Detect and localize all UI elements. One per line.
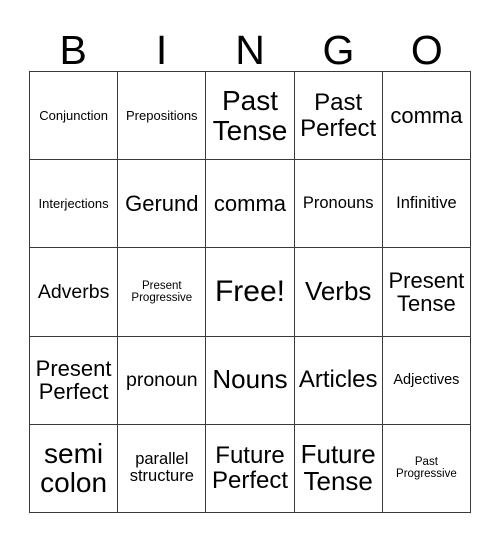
bingo-header-letter-n: N bbox=[235, 27, 265, 73]
bingo-cell-label: Past Tense bbox=[212, 84, 288, 146]
bingo-cell-label: Articles bbox=[298, 366, 378, 394]
bingo-header: BINGO bbox=[29, 18, 471, 71]
bingo-cell-label: comma bbox=[213, 191, 287, 217]
bingo-cell-r3c2[interactable]: Present Progressive bbox=[118, 248, 207, 337]
bingo-header-letter-i: I bbox=[155, 27, 168, 73]
bingo-cell-r5c1[interactable]: semi colon bbox=[30, 424, 119, 513]
bingo-cell-r1c1[interactable]: Conjunction bbox=[30, 72, 119, 161]
bingo-cell-label: Past Progressive bbox=[396, 456, 457, 481]
bingo-cell-r1c5[interactable]: comma bbox=[382, 72, 471, 161]
bingo-cell-r4c3[interactable]: Nouns bbox=[206, 336, 295, 425]
bingo-cell-r4c1[interactable]: Present Perfect bbox=[30, 336, 119, 425]
bingo-cell-r2c4[interactable]: Pronouns bbox=[294, 160, 383, 249]
bingo-cell-r5c3[interactable]: Future Perfect bbox=[206, 424, 295, 513]
bingo-cell-r5c2[interactable]: parallel structure bbox=[118, 424, 207, 513]
bingo-cell-r5c4[interactable]: Future Tense bbox=[294, 424, 383, 513]
bingo-cell-label: Infinitive bbox=[396, 194, 457, 213]
bingo-header-letter-o: O bbox=[410, 27, 443, 73]
bingo-cell-r5c5[interactable]: Past Progressive bbox=[382, 424, 471, 513]
bingo-cell-label: comma bbox=[390, 102, 463, 128]
bingo-cell-label: Adverbs bbox=[37, 280, 110, 303]
bingo-cell-label: Free! bbox=[214, 275, 285, 309]
bingo-cell-r4c2[interactable]: pronoun bbox=[118, 336, 207, 425]
bingo-cell-label: Present Tense bbox=[388, 267, 465, 316]
bingo-cell-label: Future Perfect bbox=[211, 441, 288, 495]
bingo-cell-label: Nouns bbox=[212, 364, 288, 395]
bingo-cell-r2c2[interactable]: Gerund bbox=[118, 160, 207, 249]
bingo-cell-r1c2[interactable]: Prepositions bbox=[118, 72, 207, 161]
bingo-cell-r4c5[interactable]: Adjectives bbox=[382, 336, 471, 425]
bingo-cell-r3c4[interactable]: Verbs bbox=[294, 248, 383, 337]
bingo-cell-label: pronoun bbox=[126, 368, 198, 391]
bingo-cell-label: Future Tense bbox=[300, 438, 376, 497]
bingo-cell-r1c3[interactable]: Past Tense bbox=[206, 72, 295, 161]
bingo-cell-r2c3[interactable]: comma bbox=[206, 160, 295, 249]
bingo-cell-label: Pronouns bbox=[302, 194, 374, 213]
bingo-cell-label: Interjections bbox=[38, 195, 109, 211]
bingo-cell-label: parallel structure bbox=[129, 449, 194, 486]
bingo-cell-r2c5[interactable]: Infinitive bbox=[382, 160, 471, 249]
bingo-cell-label: Conjunction bbox=[39, 107, 108, 123]
bingo-cell-r2c1[interactable]: Interjections bbox=[30, 160, 119, 249]
bingo-cell-r3c1[interactable]: Adverbs bbox=[30, 248, 119, 337]
bingo-header-letter-g: G bbox=[322, 27, 355, 73]
bingo-cell-label: semi colon bbox=[40, 437, 108, 499]
bingo-cell-label: Verbs bbox=[304, 276, 372, 307]
bingo-card: BINGO Conjunction Prepositions Past Tense P… bbox=[0, 0, 500, 544]
bingo-grid: Conjunction Prepositions Past Tense Past Pe… bbox=[29, 71, 471, 513]
bingo-cell-label: Present Perfect bbox=[35, 355, 112, 405]
bingo-cell-r1c4[interactable]: Past Perfect bbox=[294, 72, 383, 161]
bingo-cell-r3c5[interactable]: Present Tense bbox=[382, 248, 471, 337]
bingo-cell-label: Present Progressive bbox=[131, 279, 193, 304]
bingo-cell-r3c3[interactable]: Free! bbox=[206, 248, 295, 337]
bingo-cell-label: Past Perfect bbox=[300, 89, 377, 142]
bingo-cell-label: Prepositions bbox=[126, 107, 198, 123]
bingo-cell-label: Adjectives bbox=[393, 371, 460, 388]
bingo-header-letter-b: B bbox=[59, 27, 87, 73]
bingo-cell-label: Gerund bbox=[125, 191, 199, 217]
bingo-cell-r4c4[interactable]: Articles bbox=[294, 336, 383, 425]
